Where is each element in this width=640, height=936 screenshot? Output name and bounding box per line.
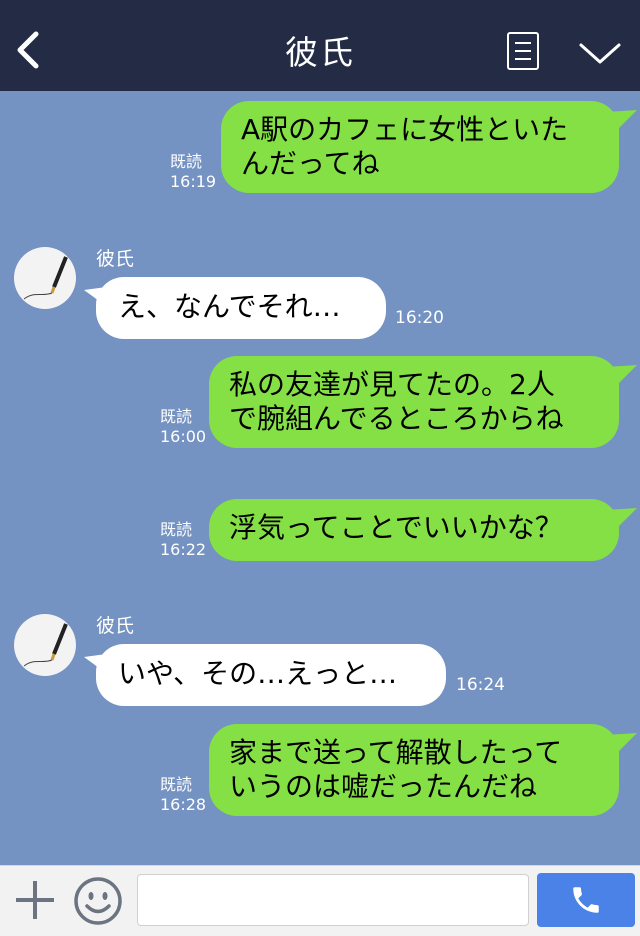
- chevron-down-icon[interactable]: [578, 40, 622, 68]
- outgoing-message-bubble[interactable]: A駅のカフェに女性といた んだってね: [221, 101, 619, 193]
- message-time: 16:28: [160, 795, 207, 814]
- message-text: いや、その…えっと…: [118, 657, 398, 690]
- message-time: 16:22: [160, 540, 207, 559]
- message-time: 16:20: [395, 308, 444, 328]
- message-text: んだってね: [241, 147, 380, 180]
- incoming-message-bubble[interactable]: いや、その…えっと…: [96, 644, 446, 706]
- smiley-icon[interactable]: [73, 876, 123, 926]
- bubble-tail: [605, 508, 637, 530]
- message-meta: 既読 16:28: [160, 775, 206, 815]
- pen-icon: [23, 256, 68, 300]
- bubble-tail: [605, 110, 637, 132]
- message-text: で腕組んでるところからね: [229, 402, 564, 435]
- sender-name: 彼氏: [96, 248, 135, 270]
- message-input-bar: [0, 865, 640, 936]
- avatar[interactable]: [14, 614, 76, 676]
- bubble-tail: [605, 365, 637, 387]
- message-meta: 既読 16:19: [170, 152, 216, 192]
- notes-icon[interactable]: [507, 32, 539, 70]
- chat-title: 彼氏: [285, 33, 355, 72]
- outgoing-message-bubble[interactable]: 浮気ってことでいいかな？: [209, 499, 619, 561]
- message-meta: 既読 16:22: [160, 520, 206, 560]
- message-time: 16:00: [160, 427, 207, 446]
- message-meta: 既読 16:00: [160, 407, 206, 447]
- chat-header: 彼氏: [0, 0, 640, 91]
- message-time: 16:19: [170, 172, 217, 191]
- read-receipt: 既読: [160, 520, 193, 539]
- read-receipt: 既読: [160, 775, 193, 794]
- phone-icon: [573, 887, 599, 913]
- incoming-message-bubble[interactable]: え、なんでそれ…: [96, 277, 386, 339]
- message-text: 家まで送って解散したって: [229, 736, 563, 769]
- message-time: 16:24: [456, 675, 505, 695]
- message-text: A駅のカフェに女性といた: [241, 113, 569, 146]
- message-input[interactable]: [137, 874, 529, 926]
- message-text: 私の友達が見てたの。2人: [229, 368, 555, 401]
- message-text: 浮気ってことでいいかな？: [229, 511, 563, 544]
- read-receipt: 既読: [160, 407, 193, 426]
- bubble-tail: [605, 733, 637, 755]
- sender-name: 彼氏: [96, 615, 135, 637]
- plus-icon[interactable]: [13, 878, 57, 922]
- outgoing-message-bubble[interactable]: 私の友達が見てたの。2人 で腕組んでるところからね: [209, 356, 619, 448]
- pen-icon: [23, 623, 68, 667]
- avatar[interactable]: [14, 247, 76, 309]
- read-receipt: 既読: [170, 152, 203, 171]
- message-text: え、なんでそれ…: [118, 290, 341, 323]
- message-text: いうのは嘘だったんだね: [229, 770, 538, 803]
- outgoing-message-bubble[interactable]: 家まで送って解散したって いうのは嘘だったんだね: [209, 724, 619, 816]
- call-button[interactable]: [537, 873, 635, 927]
